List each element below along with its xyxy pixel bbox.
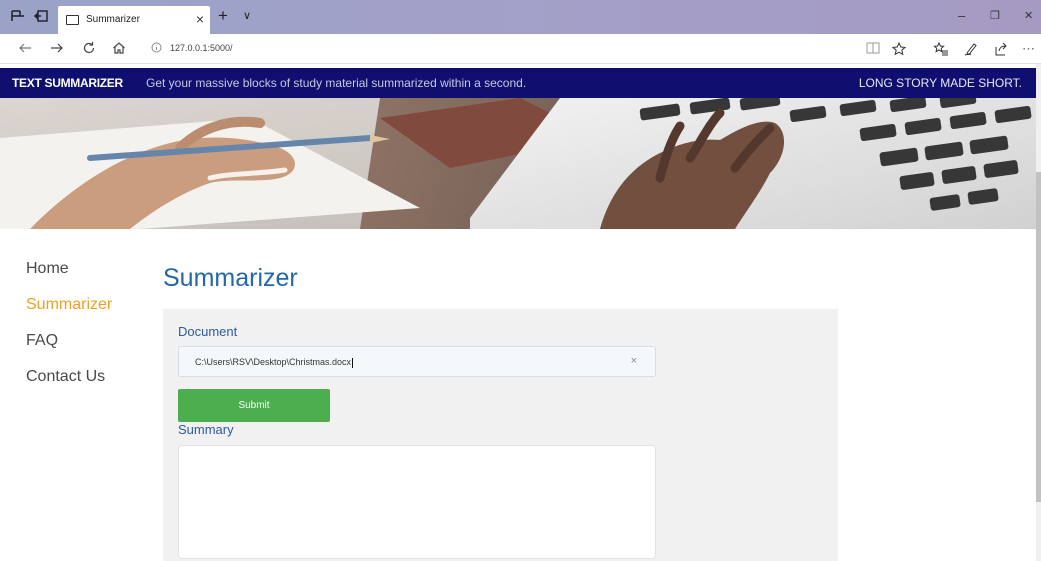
address-toolbar: 127.0.0.1:5000/ ⋯ bbox=[0, 34, 1041, 64]
hero-banner-image bbox=[0, 98, 1036, 229]
favorites-hub-icon[interactable] bbox=[933, 41, 949, 59]
submit-button[interactable]: Submit bbox=[178, 389, 330, 422]
sidebar-item-contact-us[interactable]: Contact Us bbox=[26, 368, 105, 386]
page-title: Summarizer bbox=[163, 264, 298, 292]
reading-view-icon[interactable] bbox=[866, 42, 880, 57]
document-path-wrapper: C:\Users\RSV\Desktop\Christmas.docx bbox=[195, 357, 354, 368]
summary-label: Summary bbox=[178, 422, 234, 437]
back-arrow-icon[interactable] bbox=[18, 41, 32, 58]
home-icon[interactable] bbox=[112, 41, 126, 58]
minimize-button[interactable]: – bbox=[958, 9, 965, 23]
tab-list-button[interactable]: ∨ bbox=[243, 9, 251, 22]
url-text[interactable]: 127.0.0.1:5000/ bbox=[170, 43, 233, 53]
refresh-icon[interactable] bbox=[82, 41, 96, 58]
browser-tab[interactable]: Summarizer × bbox=[58, 6, 210, 34]
tab-set-aside-icon[interactable] bbox=[10, 10, 26, 24]
document-file-input[interactable]: C:\Users\RSV\Desktop\Christmas.docx × bbox=[178, 346, 656, 377]
document-label: Document bbox=[178, 324, 238, 339]
sidebar-item-faq[interactable]: FAQ bbox=[26, 332, 58, 350]
summarizer-form: Document C:\Users\RSV\Desktop\Christmas.… bbox=[163, 309, 838, 561]
document-path-text: C:\Users\RSV\Desktop\Christmas.docx bbox=[195, 357, 352, 367]
page-scrollbar-thumb[interactable] bbox=[1036, 172, 1041, 502]
tab-strip: Summarizer × + ∨ – ❐ ✕ bbox=[0, 0, 1041, 34]
star-icon[interactable] bbox=[891, 41, 907, 59]
site-motto: LONG STORY MADE SHORT. bbox=[858, 76, 1022, 90]
pen-icon[interactable] bbox=[964, 42, 978, 59]
site-tagline: Get your massive blocks of study materia… bbox=[146, 76, 527, 90]
site-header: TEXT SUMMARIZER Get your massive blocks … bbox=[0, 68, 1036, 98]
sidebar-item-home[interactable]: Home bbox=[26, 260, 69, 278]
info-icon[interactable] bbox=[151, 42, 162, 56]
site-brand[interactable]: TEXT SUMMARIZER bbox=[12, 76, 123, 90]
browser-window: Summarizer × + ∨ – ❐ ✕ 127.0.0.1:5000/ ⋯… bbox=[0, 0, 1041, 561]
sidebar-item-summarizer[interactable]: Summarizer bbox=[26, 296, 112, 314]
forward-arrow-icon[interactable] bbox=[50, 41, 64, 58]
clear-document-button[interactable]: × bbox=[631, 355, 637, 367]
share-icon[interactable] bbox=[994, 42, 1008, 59]
restore-button[interactable]: ❐ bbox=[990, 9, 1000, 23]
summary-textarea[interactable] bbox=[178, 445, 656, 559]
more-icon[interactable]: ⋯ bbox=[1022, 42, 1035, 56]
tab-title: Summarizer bbox=[86, 14, 140, 25]
tab-preview-icon[interactable] bbox=[33, 10, 49, 24]
page-icon bbox=[66, 15, 79, 25]
new-tab-button[interactable]: + bbox=[218, 7, 228, 24]
url-field[interactable]: 127.0.0.1:5000/ bbox=[145, 39, 885, 59]
text-caret bbox=[352, 357, 354, 368]
close-window-button[interactable]: ✕ bbox=[1024, 9, 1033, 23]
tab-close-button[interactable]: × bbox=[196, 12, 204, 26]
